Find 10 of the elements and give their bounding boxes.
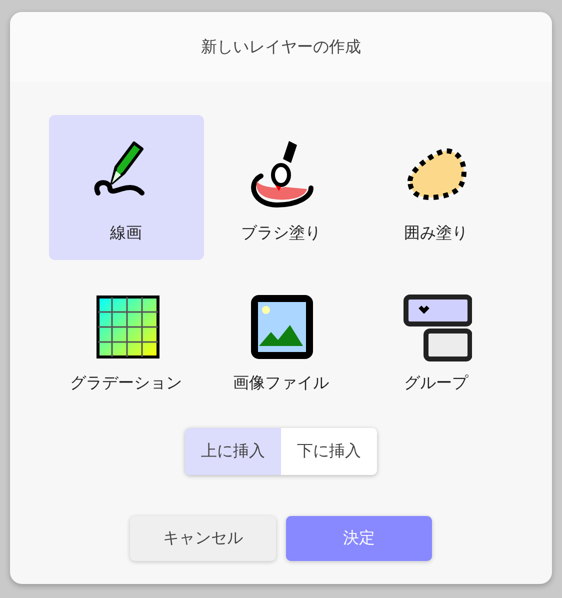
layer-type-option[interactable]: グループ [358, 265, 514, 410]
layer-type-option[interactable]: グラデーション [48, 265, 204, 410]
layer-type-option[interactable]: ブラシ塗り [204, 115, 358, 260]
layer-type-option[interactable]: 画像ファイル [204, 265, 358, 410]
insert-position-option[interactable]: 上に挿入 [185, 428, 281, 475]
layer-type-option[interactable]: 線画 [48, 115, 204, 260]
cancel-button[interactable]: キャンセル [130, 516, 276, 561]
dialog-title: 新しいレイヤーの作成 [201, 36, 361, 58]
insert-position-option[interactable]: 下に挿入 [281, 428, 377, 475]
layer-type-option[interactable]: 囲み塗り [358, 115, 514, 260]
